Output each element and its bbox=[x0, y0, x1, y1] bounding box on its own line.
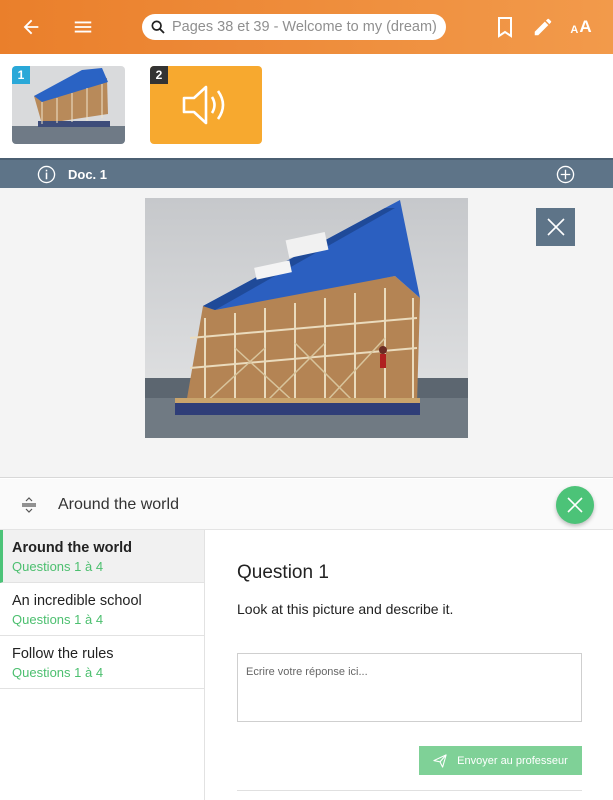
close-viewer-button[interactable] bbox=[536, 208, 575, 246]
send-button-label: Envoyer au professeur bbox=[457, 754, 568, 767]
activity-header: Around the world bbox=[0, 479, 613, 530]
info-icon[interactable] bbox=[37, 165, 56, 184]
list-item[interactable]: Around the world Questions 1 à 4 bbox=[0, 530, 204, 583]
expand-collapse-icon[interactable] bbox=[20, 496, 38, 514]
section-title: Around the world bbox=[12, 540, 133, 556]
top-app-bar: A A bbox=[0, 0, 613, 54]
question-text: Look at this picture and describe it. bbox=[237, 601, 454, 617]
list-item[interactable]: An incredible school Questions 1 à 4 bbox=[0, 583, 204, 636]
section-title: An incredible school bbox=[12, 593, 142, 609]
close-activity-button[interactable] bbox=[556, 486, 594, 524]
paper-plane-icon bbox=[433, 753, 447, 768]
list-item[interactable]: Follow the rules Questions 1 à 4 bbox=[0, 636, 204, 689]
question-title: Question 1 bbox=[237, 562, 329, 583]
section-subtitle: Questions 1 à 4 bbox=[12, 559, 104, 574]
send-to-teacher-button[interactable]: Envoyer au professeur bbox=[419, 746, 582, 775]
thumbnail-number: 1 bbox=[12, 66, 30, 84]
plus-circle-icon[interactable] bbox=[556, 165, 575, 184]
document-bar: Doc. 1 bbox=[0, 158, 613, 188]
section-subtitle: Questions 1 à 4 bbox=[12, 612, 104, 627]
close-icon bbox=[545, 216, 567, 238]
arrow-left-icon[interactable] bbox=[16, 12, 46, 42]
thumbnail-doc-1[interactable]: 1 bbox=[12, 66, 125, 144]
font-size-button[interactable]: A A bbox=[566, 12, 596, 42]
question-panel: Question 1 Look at this picture and desc… bbox=[205, 530, 613, 800]
floating-school-photo[interactable] bbox=[145, 198, 468, 438]
section-list: Around the world Questions 1 à 4 An incr… bbox=[0, 530, 205, 800]
thumbnail-number: 2 bbox=[150, 66, 168, 84]
font-size-small-label: A bbox=[570, 24, 579, 36]
search-bar[interactable] bbox=[142, 14, 446, 40]
document-thumbnails: 1 2 bbox=[0, 54, 613, 158]
pencil-icon[interactable] bbox=[528, 12, 558, 42]
thumbnail-doc-2-audio[interactable]: 2 bbox=[150, 66, 262, 144]
speaker-icon bbox=[180, 82, 232, 128]
search-input[interactable] bbox=[172, 19, 442, 35]
divider bbox=[237, 790, 582, 791]
font-size-large-label: A bbox=[579, 17, 592, 36]
answer-field[interactable] bbox=[237, 653, 582, 722]
bookmark-icon[interactable] bbox=[490, 12, 520, 42]
magnifier-icon bbox=[150, 19, 166, 35]
document-label: Doc. 1 bbox=[68, 166, 108, 182]
activity-title: Around the world bbox=[58, 496, 179, 513]
section-subtitle: Questions 1 à 4 bbox=[12, 665, 104, 680]
close-icon bbox=[565, 495, 585, 515]
section-title: Follow the rules bbox=[12, 646, 114, 662]
hamburger-menu-icon[interactable] bbox=[68, 12, 98, 42]
document-viewer bbox=[0, 188, 613, 478]
